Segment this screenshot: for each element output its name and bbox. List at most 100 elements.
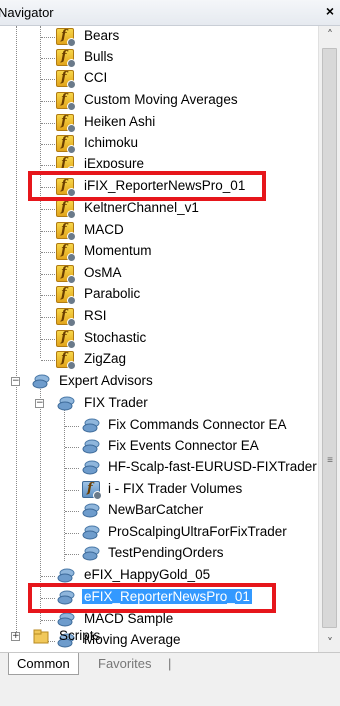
tree-item-proscalping[interactable]: ProScalpingUltraForFixTrader xyxy=(0,522,318,543)
tree-item-cci[interactable]: CCI xyxy=(0,68,318,89)
tree-item-parabolic[interactable]: Parabolic xyxy=(0,284,318,305)
tree-item-label: OsMA xyxy=(84,265,122,280)
expert-advisor-icon xyxy=(82,503,100,518)
expert-advisor-icon xyxy=(82,460,100,475)
tree-item-label: TestPendingOrders xyxy=(108,545,224,560)
tree-item-label: MACD Sample xyxy=(84,611,174,626)
expert-advisor-icon xyxy=(57,568,75,583)
tree-item-label: Bears xyxy=(84,28,120,43)
tree-item-fix-trader-volumes[interactable]: i - FIX Trader Volumes xyxy=(0,479,318,500)
tree-item-label: Custom Moving Averages xyxy=(84,92,238,107)
tab-common[interactable]: Common xyxy=(8,653,79,675)
indicator-icon xyxy=(56,70,76,89)
tab-favorites[interactable]: Favorites xyxy=(90,653,159,675)
tree-item-label: Fix Events Connector EA xyxy=(108,438,259,453)
tree-item-hf-scalp[interactable]: HF-Scalp-fast-EURUSD-FIXTrader xyxy=(0,457,318,478)
tree-item-label: Heiken Ashi xyxy=(84,114,156,129)
indicator-icon xyxy=(56,28,76,47)
tree-item-label: CCI xyxy=(84,70,108,85)
tree-item-label: i - FIX Trader Volumes xyxy=(108,481,243,496)
tree-item-label: MACD xyxy=(84,222,124,237)
tree-item-osma[interactable]: OsMA xyxy=(0,263,318,284)
tree-item-label: Momentum xyxy=(84,243,152,258)
tree-item-efix-reporternewspro[interactable]: eFIX_ReporterNewsPro_01 xyxy=(0,587,318,608)
indicator-icon xyxy=(56,200,76,219)
collapse-icon[interactable]: − xyxy=(35,399,44,408)
indicator-icon xyxy=(56,222,76,241)
tree-item-label: RSI xyxy=(84,308,107,323)
indicator-icon xyxy=(56,114,76,133)
tree-item-label: Expert Advisors xyxy=(59,373,153,388)
tree-item-testpendingorders[interactable]: TestPendingOrders xyxy=(0,543,318,564)
indicator-icon xyxy=(56,178,76,197)
tree-item-label: ZigZag xyxy=(84,351,127,366)
tree-item-label: iExposure xyxy=(84,156,145,168)
expert-advisor-icon xyxy=(82,418,100,433)
tab-separator: | xyxy=(168,656,172,671)
indicator-icon xyxy=(56,135,76,154)
vertical-scrollbar[interactable]: ˄ ≡ ˅ xyxy=(318,26,340,652)
scripts-folder-icon xyxy=(33,629,49,644)
tree-item-label: Scripts xyxy=(59,628,101,643)
expert-advisors-icon xyxy=(32,374,50,389)
tree-item-bulls[interactable]: Bulls xyxy=(0,47,318,68)
tree-item-rsi[interactable]: RSI xyxy=(0,306,318,327)
tree-item-label: Bulls xyxy=(84,49,114,64)
window-title: Navigator xyxy=(0,5,54,20)
expert-advisor-icon xyxy=(82,439,100,454)
expert-advisor-icon xyxy=(82,481,102,500)
tree-item-ifix-reporternewspro[interactable]: iFIX_ReporterNewsPro_01 xyxy=(0,176,318,197)
tree-item-label: Ichimoku xyxy=(84,135,139,150)
expert-advisor-icon xyxy=(82,525,100,540)
tree-item-label: Fix Commands Connector EA xyxy=(108,417,287,432)
tree-item-scripts[interactable]: + Scripts xyxy=(0,626,318,647)
tree-item-macd[interactable]: MACD xyxy=(0,220,318,241)
indicator-icon xyxy=(56,265,76,284)
tree-item-efix-happygold[interactable]: eFIX_HappyGold_05 xyxy=(0,565,318,586)
indicator-icon xyxy=(56,351,76,370)
tree-item-label: ProScalpingUltraForFixTrader xyxy=(108,524,287,539)
indicator-icon xyxy=(56,156,76,168)
tree-item-label: NewBarCatcher xyxy=(108,502,204,517)
tree-item-fix-events-connector[interactable]: Fix Events Connector EA xyxy=(0,436,318,457)
expert-folder-icon xyxy=(57,396,75,411)
tree-item-label: KeltnerChannel_v1 xyxy=(84,200,199,215)
scroll-down-icon[interactable]: ˅ xyxy=(319,634,340,652)
expert-advisor-icon xyxy=(57,590,75,605)
tree-item-label: HF-Scalp-fast-EURUSD-FIXTrader xyxy=(108,459,317,474)
tree-item-zigzag[interactable]: ZigZag xyxy=(0,349,318,370)
tree-item-bears[interactable]: Bears xyxy=(0,26,318,47)
tree-item-iexposure[interactable]: iExposure xyxy=(0,154,318,168)
tree-item-label: iFIX_ReporterNewsPro_01 xyxy=(84,178,246,193)
tree-item-fix-trader[interactable]: − FIX Trader xyxy=(0,393,318,414)
navigator-tree: Bears Bulls CCI Custom Moving Averages H… xyxy=(0,26,318,652)
indicator-icon xyxy=(56,243,76,262)
collapse-icon[interactable]: − xyxy=(11,377,20,386)
tree-item-fix-commands-connector[interactable]: Fix Commands Connector EA xyxy=(0,415,318,436)
navigator-tabs: Common Favorites | xyxy=(0,652,340,706)
navigator-titlebar: Navigator × xyxy=(0,0,340,26)
tree-item-label: Stochastic xyxy=(84,330,147,345)
tree-item-custom-moving-averages[interactable]: Custom Moving Averages xyxy=(0,90,318,111)
tree-item-label: eFIX_HappyGold_05 xyxy=(84,567,211,582)
tree-item-expert-advisors[interactable]: − Expert Advisors xyxy=(0,371,318,392)
tree-item-label: FIX Trader xyxy=(84,395,148,410)
tree-item-keltnerchannel[interactable]: KeltnerChannel_v1 xyxy=(0,198,318,219)
tree-item-heiken-ashi[interactable]: Heiken Ashi xyxy=(0,112,318,133)
indicator-icon xyxy=(56,308,76,327)
expand-icon[interactable]: + xyxy=(11,632,20,641)
scroll-up-icon[interactable]: ˄ xyxy=(319,26,340,44)
indicator-icon xyxy=(56,49,76,68)
grip-icon: ≡ xyxy=(327,455,333,466)
indicator-icon xyxy=(56,330,76,349)
tree-item-stochastic[interactable]: Stochastic xyxy=(0,328,318,349)
tree-item-label: Parabolic xyxy=(84,286,141,301)
scrollbar-thumb[interactable]: ≡ xyxy=(322,48,337,628)
indicator-icon xyxy=(56,92,76,111)
close-icon[interactable]: × xyxy=(326,3,334,19)
expert-advisor-icon xyxy=(82,546,100,561)
tree-item-ichimoku[interactable]: Ichimoku xyxy=(0,133,318,154)
tree-item-newbarcatcher[interactable]: NewBarCatcher xyxy=(0,500,318,521)
tree-item-label: eFIX_ReporterNewsPro_01 xyxy=(82,589,252,604)
tree-item-momentum[interactable]: Momentum xyxy=(0,241,318,262)
